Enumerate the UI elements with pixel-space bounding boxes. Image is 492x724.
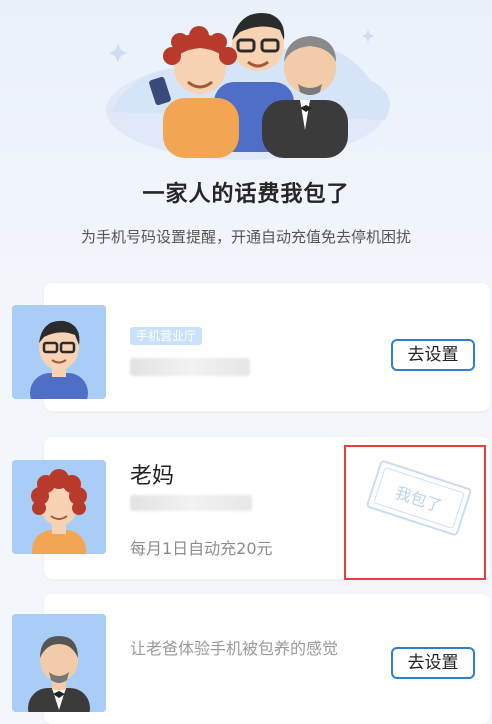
page-subtitle: 为手机号码设置提醒，开通自动充值免去停机困扰 xyxy=(80,228,411,246)
highlight-box xyxy=(344,445,486,580)
contact-name: 老妈 xyxy=(130,464,175,489)
phone-number-blurred xyxy=(130,495,252,511)
set-button-dad[interactable]: 去设置 xyxy=(391,647,475,679)
mom-avatar xyxy=(12,460,106,554)
dad-avatar xyxy=(12,614,106,712)
set-button-self[interactable]: 去设置 xyxy=(391,339,475,371)
son-avatar xyxy=(12,305,106,399)
page-title: 一家人的话费我包了 xyxy=(142,182,350,207)
phone-number-blurred xyxy=(130,358,250,376)
tag-mobile-hall: 手机营业厅 xyxy=(130,327,203,345)
auto-recharge-text: 每月1日自动充20元 xyxy=(130,539,273,558)
dad-promo-text: 让老爸体验手机被包养的感觉 xyxy=(130,639,339,658)
family-illustration xyxy=(106,13,390,160)
